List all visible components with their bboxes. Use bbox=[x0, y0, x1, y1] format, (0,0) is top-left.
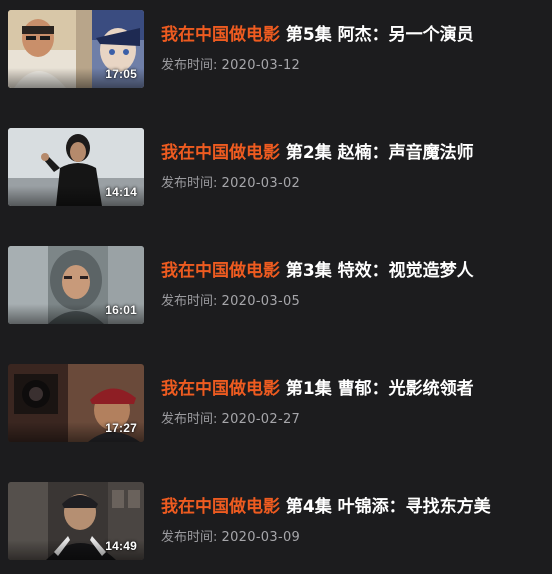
series-name: 我在中国做电影 bbox=[161, 497, 280, 517]
publish-info: 发布时间: 2020-03-09 bbox=[161, 529, 300, 547]
publish-date: 2020-03-02 bbox=[221, 176, 301, 191]
episode-title: 第2集 赵楠：声音魔法师 bbox=[280, 143, 474, 163]
series-name: 我在中国做电影 bbox=[161, 25, 280, 45]
publish-info: 发布时间: 2020-03-02 bbox=[161, 175, 300, 193]
video-duration: 17:27 bbox=[105, 421, 137, 435]
video-item[interactable]: 17:27 我在中国做电影 第1集 曹郁：光影统领者 发布时间: 2020-02… bbox=[0, 364, 552, 444]
series-name: 我在中国做电影 bbox=[161, 261, 280, 281]
video-title[interactable]: 我在中国做电影 第5集 阿杰：另一个演员 bbox=[161, 24, 474, 46]
video-duration: 17:05 bbox=[105, 67, 137, 81]
publish-info: 发布时间: 2020-03-05 bbox=[161, 293, 300, 311]
video-item[interactable]: 16:01 我在中国做电影 第3集 特效：视觉造梦人 发布时间: 2020-03… bbox=[0, 246, 552, 326]
episode-title: 第5集 阿杰：另一个演员 bbox=[280, 25, 474, 45]
publish-date: 2020-03-12 bbox=[221, 58, 301, 73]
series-name: 我在中国做电影 bbox=[161, 143, 280, 163]
video-item[interactable]: 17:05 我在中国做电影 第5集 阿杰：另一个演员 发布时间: 2020-03… bbox=[0, 10, 552, 90]
video-list: 17:05 我在中国做电影 第5集 阿杰：另一个演员 发布时间: 2020-03… bbox=[0, 0, 552, 574]
video-item[interactable]: 14:14 我在中国做电影 第2集 赵楠：声音魔法师 发布时间: 2020-03… bbox=[0, 128, 552, 208]
publish-label: 发布时间: bbox=[161, 58, 218, 73]
video-title[interactable]: 我在中国做电影 第2集 赵楠：声音魔法师 bbox=[161, 142, 474, 164]
video-duration: 16:01 bbox=[105, 303, 137, 317]
publish-date: 2020-03-09 bbox=[221, 530, 301, 545]
publish-label: 发布时间: bbox=[161, 412, 218, 427]
video-thumbnail[interactable]: 16:01 bbox=[8, 246, 144, 324]
video-thumbnail[interactable]: 14:14 bbox=[8, 128, 144, 206]
video-title[interactable]: 我在中国做电影 第3集 特效：视觉造梦人 bbox=[161, 260, 474, 282]
video-item[interactable]: 14:49 我在中国做电影 第4集 叶锦添：寻找东方美 发布时间: 2020-0… bbox=[0, 482, 552, 562]
episode-title: 第4集 叶锦添：寻找东方美 bbox=[280, 497, 491, 517]
publish-label: 发布时间: bbox=[161, 176, 218, 191]
video-duration: 14:49 bbox=[105, 539, 137, 553]
publish-label: 发布时间: bbox=[161, 530, 218, 545]
video-thumbnail[interactable]: 17:05 bbox=[8, 10, 144, 88]
publish-label: 发布时间: bbox=[161, 294, 218, 309]
video-thumbnail[interactable]: 17:27 bbox=[8, 364, 144, 442]
series-name: 我在中国做电影 bbox=[161, 379, 280, 399]
video-title[interactable]: 我在中国做电影 第1集 曹郁：光影统领者 bbox=[161, 378, 474, 400]
video-thumbnail[interactable]: 14:49 bbox=[8, 482, 144, 560]
publish-date: 2020-03-05 bbox=[221, 294, 301, 309]
publish-info: 发布时间: 2020-03-12 bbox=[161, 57, 300, 75]
video-duration: 14:14 bbox=[105, 185, 137, 199]
video-title[interactable]: 我在中国做电影 第4集 叶锦添：寻找东方美 bbox=[161, 496, 491, 518]
episode-title: 第1集 曹郁：光影统领者 bbox=[280, 379, 474, 399]
publish-info: 发布时间: 2020-02-27 bbox=[161, 411, 300, 429]
episode-title: 第3集 特效：视觉造梦人 bbox=[280, 261, 474, 281]
publish-date: 2020-02-27 bbox=[221, 412, 301, 427]
